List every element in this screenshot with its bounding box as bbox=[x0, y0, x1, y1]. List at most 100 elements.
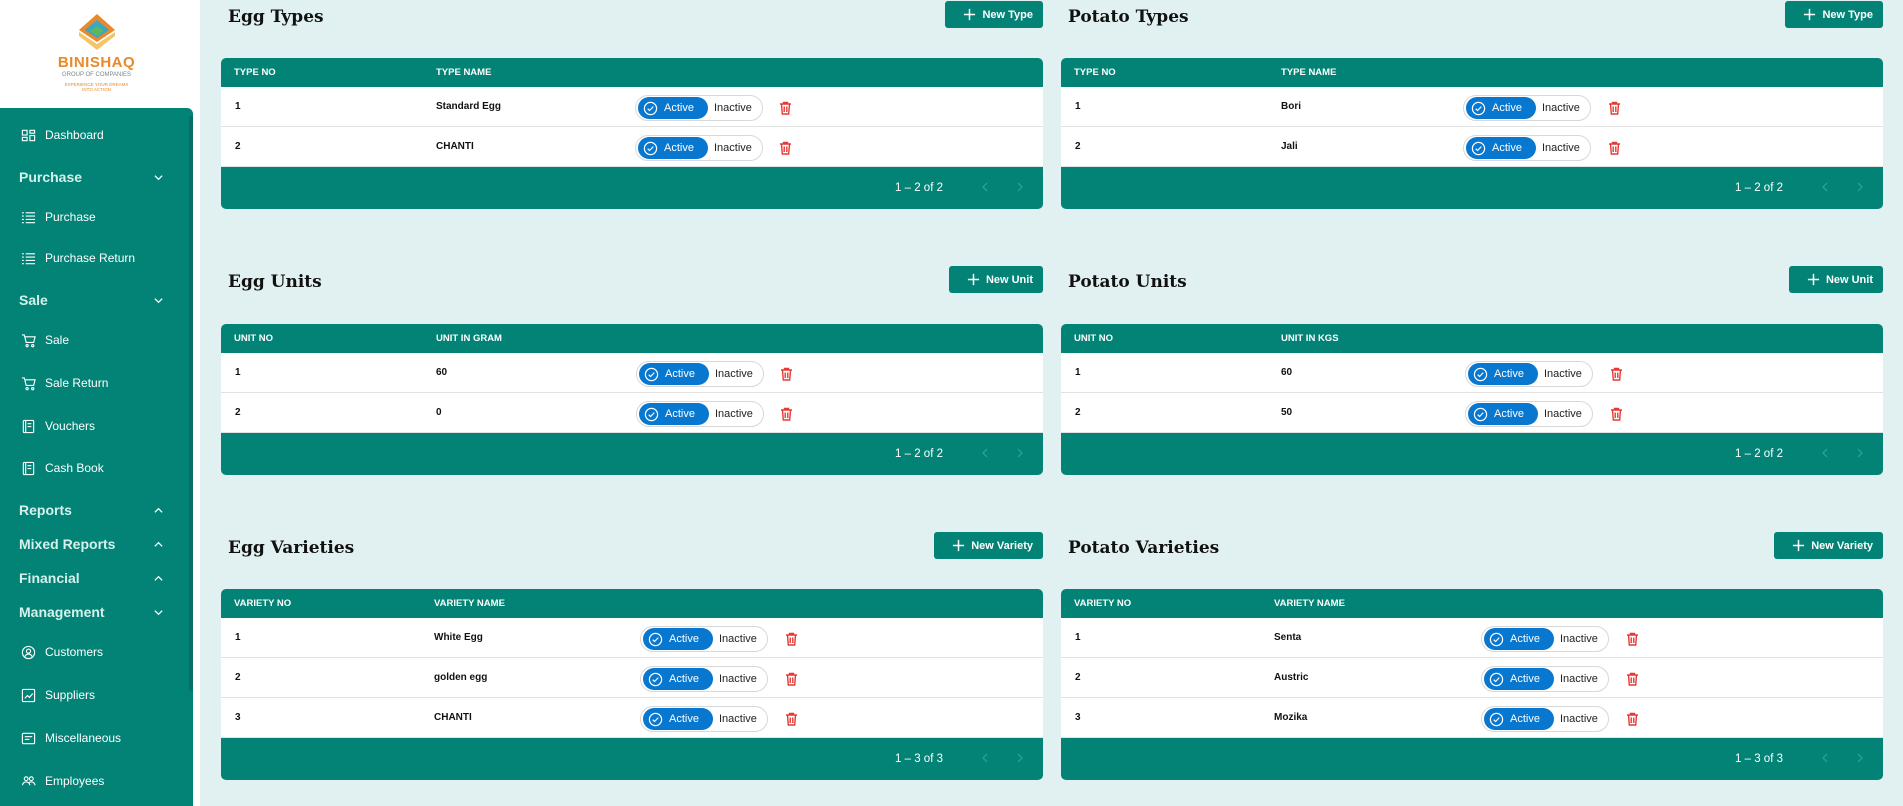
inactive-option[interactable]: Inactive bbox=[719, 633, 757, 645]
status-toggle[interactable]: Active Inactive bbox=[1463, 95, 1591, 121]
trash-icon[interactable] bbox=[785, 672, 798, 686]
status-toggle[interactable]: Active Inactive bbox=[636, 361, 764, 387]
chevron-left-icon[interactable] bbox=[1819, 181, 1831, 193]
active-option[interactable]: Active bbox=[1466, 97, 1536, 119]
table-row: 2 50 Active Inactive bbox=[1061, 393, 1883, 433]
chevron-right-icon[interactable] bbox=[1854, 752, 1866, 764]
active-option[interactable]: Active bbox=[1468, 403, 1538, 425]
new-unit-button[interactable]: New Unit bbox=[1788, 266, 1883, 293]
trash-icon[interactable] bbox=[779, 101, 792, 115]
active-option[interactable]: Active bbox=[643, 628, 713, 650]
chevron-left-icon[interactable] bbox=[979, 752, 991, 764]
status-toggle[interactable]: Active Inactive bbox=[640, 706, 768, 732]
trash-icon[interactable] bbox=[785, 632, 798, 646]
check-circle-icon bbox=[648, 632, 663, 646]
chevron-up-icon bbox=[154, 541, 163, 547]
status-toggle[interactable]: Active Inactive bbox=[1481, 666, 1609, 692]
trash-icon[interactable] bbox=[1626, 712, 1639, 726]
panel-title: Egg Varieties bbox=[228, 538, 355, 558]
new-unit-button[interactable]: New Unit bbox=[948, 266, 1043, 293]
sidebar-item-cash-book[interactable]: Cash Book bbox=[0, 453, 190, 483]
new-type-button[interactable]: New Type bbox=[1785, 1, 1883, 28]
inactive-option[interactable]: Inactive bbox=[1560, 713, 1598, 725]
active-option[interactable]: Active bbox=[643, 708, 713, 730]
sidebar-item-sale-return[interactable]: Sale Return bbox=[0, 368, 190, 398]
chevron-down-icon bbox=[154, 297, 163, 303]
trash-icon[interactable] bbox=[1626, 672, 1639, 686]
chevron-right-icon[interactable] bbox=[1014, 181, 1026, 193]
sidebar-section-reports[interactable]: Reports bbox=[0, 497, 190, 523]
sidebar-item-purchase[interactable]: Purchase bbox=[0, 202, 190, 232]
trash-icon[interactable] bbox=[1610, 367, 1623, 381]
inactive-option[interactable]: Inactive bbox=[1560, 633, 1598, 645]
sidebar-section-financial[interactable]: Financial bbox=[0, 565, 190, 591]
sidebar-item-dashboard[interactable]: Dashboard bbox=[0, 120, 190, 150]
brand-tagline: EXPERIENCE YOUR DREAMS INTO ACTION bbox=[64, 82, 129, 93]
sidebar-item-vouchers[interactable]: Vouchers bbox=[0, 411, 190, 441]
chevron-right-icon[interactable] bbox=[1014, 752, 1026, 764]
trash-icon[interactable] bbox=[1626, 632, 1639, 646]
active-option[interactable]: Active bbox=[1484, 628, 1554, 650]
status-toggle[interactable]: Active Inactive bbox=[1481, 626, 1609, 652]
inactive-option[interactable]: Inactive bbox=[719, 713, 757, 725]
inactive-option[interactable]: Inactive bbox=[715, 408, 753, 420]
sidebar-item-suppliers[interactable]: Suppliers bbox=[0, 680, 190, 710]
active-option[interactable]: Active bbox=[639, 403, 709, 425]
active-option[interactable]: Active bbox=[1484, 668, 1554, 690]
sidebar-item-employees[interactable]: Employees bbox=[0, 766, 190, 796]
trash-icon[interactable] bbox=[785, 712, 798, 726]
trash-icon[interactable] bbox=[780, 407, 793, 421]
sidebar-section-management[interactable]: Management bbox=[0, 599, 190, 625]
active-option[interactable]: Active bbox=[1468, 363, 1538, 385]
chevron-left-icon[interactable] bbox=[979, 181, 991, 193]
sidebar-section-purchase[interactable]: Purchase bbox=[0, 164, 190, 190]
inactive-option[interactable]: Inactive bbox=[1560, 673, 1598, 685]
trash-icon[interactable] bbox=[779, 141, 792, 155]
trash-icon[interactable] bbox=[1610, 407, 1623, 421]
inactive-option[interactable]: Inactive bbox=[714, 142, 752, 154]
status-toggle[interactable]: Active Inactive bbox=[640, 626, 768, 652]
sidebar-item-miscellaneous[interactable]: Miscellaneous bbox=[0, 723, 190, 753]
sidebar-item-sale[interactable]: Sale bbox=[0, 325, 190, 355]
new-variety-button[interactable]: New Variety bbox=[1774, 532, 1883, 559]
inactive-option[interactable]: Inactive bbox=[715, 368, 753, 380]
active-option[interactable]: Active bbox=[639, 363, 709, 385]
trash-icon[interactable] bbox=[1608, 101, 1621, 115]
chevron-right-icon[interactable] bbox=[1014, 447, 1026, 459]
status-toggle[interactable]: Active Inactive bbox=[1465, 361, 1593, 387]
new-variety-button[interactable]: New Variety bbox=[934, 532, 1043, 559]
active-option[interactable]: Active bbox=[638, 137, 708, 159]
chevron-left-icon[interactable] bbox=[1819, 752, 1831, 764]
status-toggle[interactable]: Active Inactive bbox=[1463, 135, 1591, 161]
status-toggle[interactable]: Active Inactive bbox=[636, 401, 764, 427]
table-row: 2 CHANTI Active Inactive bbox=[221, 127, 1043, 167]
new-type-button[interactable]: New Type bbox=[945, 1, 1043, 28]
active-option[interactable]: Active bbox=[638, 97, 708, 119]
status-toggle[interactable]: Active Inactive bbox=[640, 666, 768, 692]
active-option[interactable]: Active bbox=[643, 668, 713, 690]
status-toggle[interactable]: Active Inactive bbox=[635, 135, 763, 161]
active-option[interactable]: Active bbox=[1484, 708, 1554, 730]
trash-icon[interactable] bbox=[780, 367, 793, 381]
inactive-option[interactable]: Inactive bbox=[1542, 102, 1580, 114]
sidebar-section-mixed-reports[interactable]: Mixed Reports bbox=[0, 531, 190, 557]
status-toggle[interactable]: Active Inactive bbox=[635, 95, 763, 121]
sidebar-item-purchase-return[interactable]: Purchase Return bbox=[0, 243, 190, 273]
chevron-right-icon[interactable] bbox=[1854, 447, 1866, 459]
status-toggle[interactable]: Active Inactive bbox=[1481, 706, 1609, 732]
sidebar-section-sale[interactable]: Sale bbox=[0, 287, 190, 313]
trash-icon[interactable] bbox=[1608, 141, 1621, 155]
column-header: VARIETY NO bbox=[234, 598, 292, 609]
status-toggle[interactable]: Active Inactive bbox=[1465, 401, 1593, 427]
inactive-option[interactable]: Inactive bbox=[714, 102, 752, 114]
chevron-right-icon[interactable] bbox=[1854, 181, 1866, 193]
inactive-option[interactable]: Inactive bbox=[719, 673, 757, 685]
sidebar-item-customers[interactable]: Customers bbox=[0, 637, 190, 667]
inactive-option[interactable]: Inactive bbox=[1544, 408, 1582, 420]
column-header: UNIT NO bbox=[234, 333, 274, 344]
inactive-option[interactable]: Inactive bbox=[1544, 368, 1582, 380]
inactive-option[interactable]: Inactive bbox=[1542, 142, 1580, 154]
chevron-left-icon[interactable] bbox=[979, 447, 991, 459]
chevron-left-icon[interactable] bbox=[1819, 447, 1831, 459]
active-option[interactable]: Active bbox=[1466, 137, 1536, 159]
